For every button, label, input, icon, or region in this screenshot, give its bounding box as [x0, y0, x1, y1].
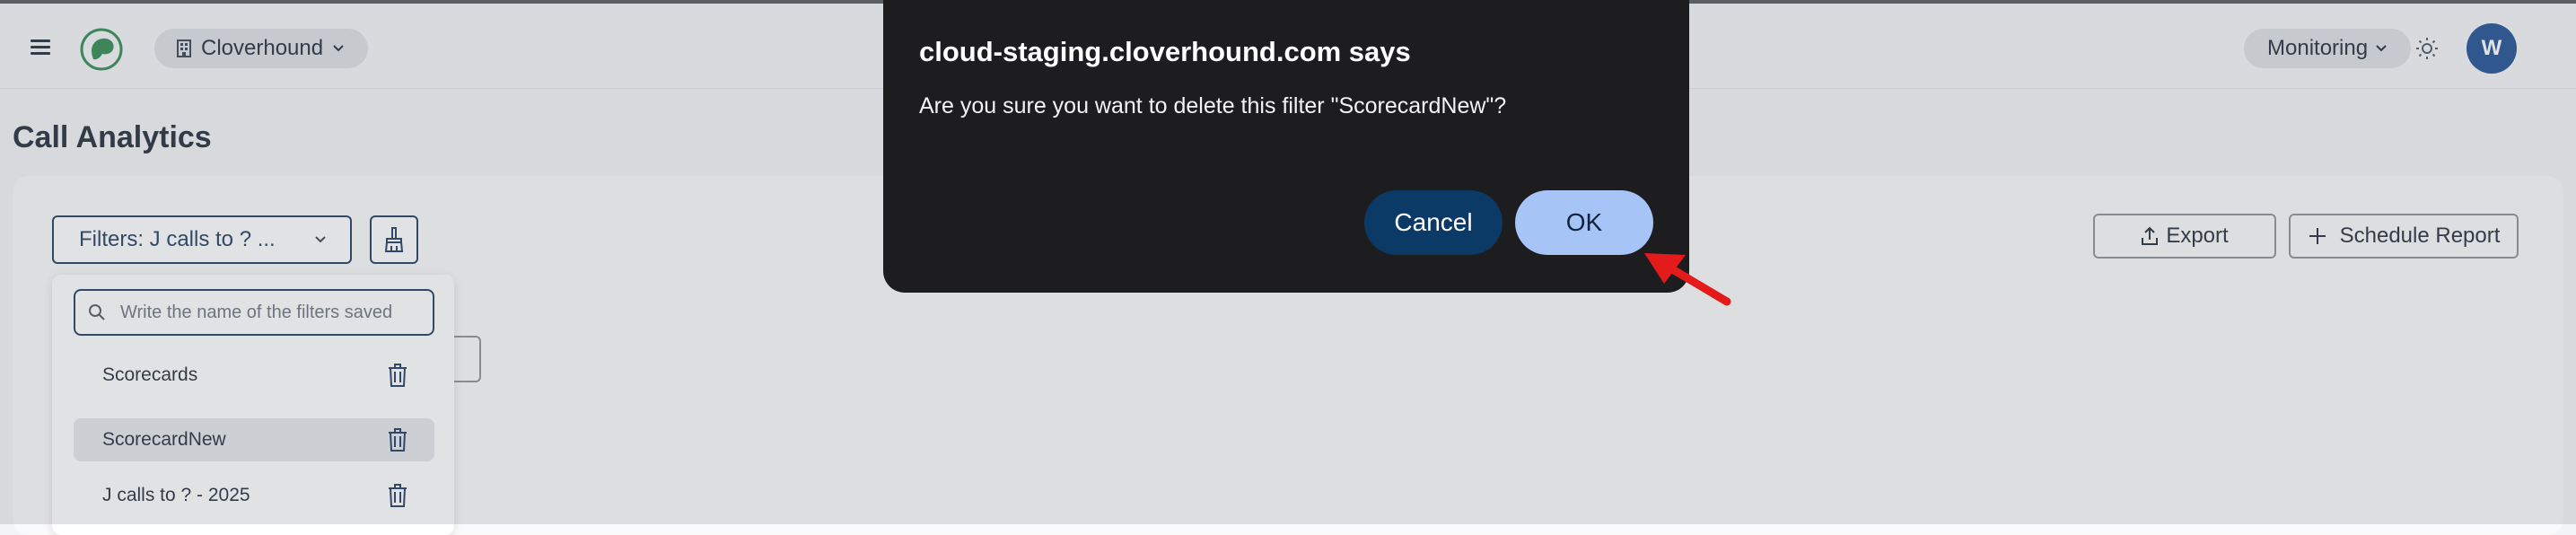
- red-arrow-annotation: [1644, 253, 1731, 306]
- dialog-title: cloud-staging.cloverhound.com says: [919, 36, 1411, 67]
- dialog-message: Are you sure you want to delete this fil…: [919, 93, 1507, 118]
- cancel-button[interactable]: Cancel: [1364, 190, 1503, 255]
- ok-button[interactable]: OK: [1515, 190, 1653, 255]
- confirm-dialog: cloud-staging.cloverhound.com says Are y…: [883, 0, 1689, 293]
